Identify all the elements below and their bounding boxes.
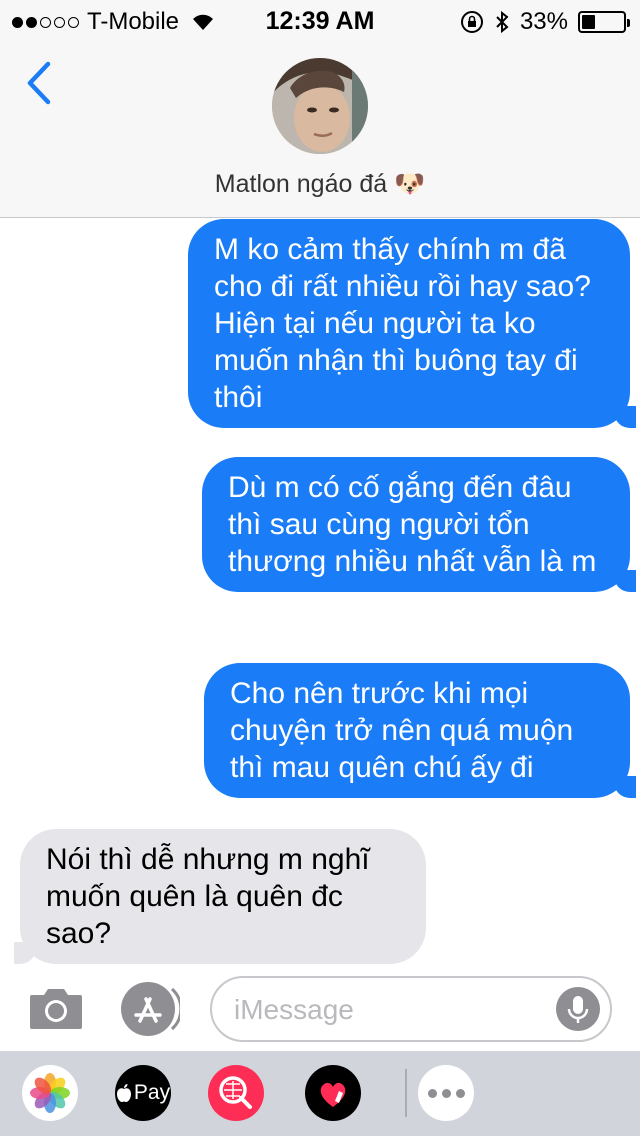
compose-bar — [0, 969, 640, 1051]
message-text: Cho nên trước khi mọi chuyện trở nên quá… — [230, 677, 574, 784]
image-search-app-icon[interactable] — [208, 1065, 264, 1121]
message-bubble-incoming: Nói thì dễ nhưng m nghĩ muốn quên là quê… — [14, 829, 426, 964]
microphone-icon[interactable] — [556, 987, 600, 1031]
message-text: Nói thì dễ nhưng m nghĩ muốn quên là quê… — [46, 843, 370, 950]
apple-pay-label: Pay — [133, 1081, 171, 1104]
digital-touch-app-icon[interactable] — [305, 1065, 361, 1121]
apple-pay-app-icon[interactable]: Pay — [115, 1065, 171, 1121]
back-chevron-icon[interactable] — [22, 58, 62, 108]
status-right: 33% — [460, 8, 630, 36]
message-text: Dù m có cố gắng đến đâu thì sau cùng ngư… — [228, 471, 597, 578]
message-bubble-outgoing: M ko cảm thấy chính m đã cho đi rất nhiề… — [188, 219, 636, 428]
photos-app-icon[interactable] — [22, 1065, 78, 1121]
app-drawer: Pay — [0, 1051, 640, 1136]
conversation-header: Matlon ngáo đá 🐶 — [0, 40, 640, 218]
message-bubble-outgoing: Cho nên trước khi mọi chuyện trở nên quá… — [204, 663, 636, 798]
status-bar: T-Mobile 12:39 AM 33% — [0, 0, 640, 40]
more-apps-icon[interactable] — [418, 1065, 474, 1121]
app-store-icon[interactable] — [120, 981, 180, 1037]
camera-icon[interactable] — [28, 983, 84, 1031]
imessage-input[interactable] — [234, 994, 534, 1026]
battery-icon — [578, 11, 630, 33]
message-text: M ko cảm thấy chính m đã cho đi rất nhiề… — [214, 233, 591, 414]
battery-percent: 33% — [519, 8, 568, 35]
orientation-lock-icon — [460, 11, 483, 33]
contact-name[interactable]: Matlon ngáo đá 🐶 — [0, 170, 640, 199]
imessage-field[interactable] — [210, 976, 612, 1042]
apple-logo-icon — [116, 1084, 131, 1102]
message-bubble-outgoing: Dù m có cố gắng đến đâu thì sau cùng ngư… — [202, 457, 636, 592]
bluetooth-icon — [496, 10, 509, 34]
drawer-separator — [405, 1069, 407, 1117]
contact-avatar[interactable] — [272, 58, 368, 154]
message-list: M ko cảm thấy chính m đã cho đi rất nhiề… — [0, 219, 640, 969]
